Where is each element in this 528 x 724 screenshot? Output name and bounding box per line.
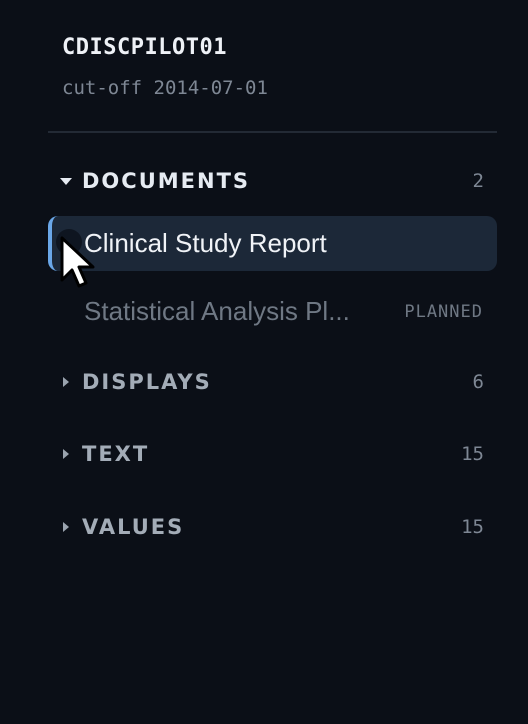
study-navigation-panel: CDISCPILOT01 cut-off 2014-07-01 DOCUMENT… [0, 0, 528, 724]
section-documents-count: 2 [472, 170, 484, 192]
document-status-badge: PLANNED [404, 301, 483, 322]
section-text-count: 15 [461, 443, 484, 465]
section-displays-header[interactable]: DISPLAYS 6 [48, 362, 497, 402]
section-values-header[interactable]: VALUES 15 [48, 507, 497, 547]
document-item-clinical-study-report[interactable]: Clinical Study Report [48, 216, 497, 271]
header-divider [48, 131, 497, 133]
document-title: Clinical Study Report [84, 228, 327, 258]
section-text-header[interactable]: TEXT 15 [48, 434, 497, 474]
section-text-label: TEXT [82, 442, 150, 466]
caret-down-icon [58, 177, 74, 185]
section-documents-label: DOCUMENTS [82, 169, 251, 193]
caret-right-icon [58, 377, 74, 387]
caret-right-icon [58, 449, 74, 459]
study-id: CDISCPILOT01 [62, 35, 227, 60]
section-displays-label: DISPLAYS [82, 370, 212, 394]
section-displays-count: 6 [472, 371, 484, 393]
study-cutoff-date: cut-off 2014-07-01 [62, 77, 268, 99]
caret-right-icon [58, 522, 74, 532]
section-values-label: VALUES [82, 515, 185, 539]
study-header: CDISCPILOT01 cut-off 2014-07-01 [62, 30, 268, 104]
document-expand-toggle[interactable] [56, 229, 82, 255]
section-values-count: 15 [461, 516, 484, 538]
document-item-statistical-analysis-plan[interactable]: Statistical Analysis Pl... PLANNED [48, 284, 497, 339]
document-title: Statistical Analysis Pl... [84, 296, 350, 326]
section-documents-header[interactable]: DOCUMENTS 2 [48, 161, 497, 201]
